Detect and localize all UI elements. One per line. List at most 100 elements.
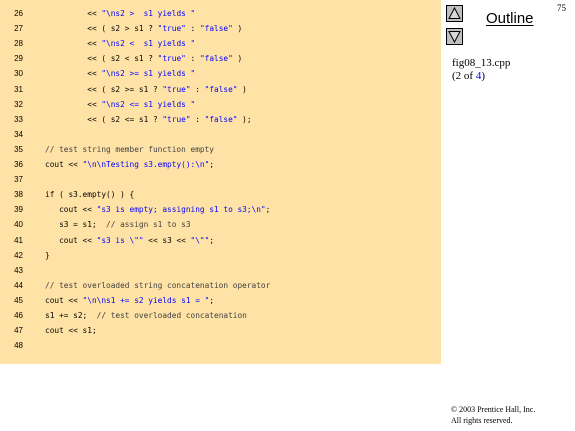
code-line: 31 << ( s2 >= s1 ? "true" : "false" ) — [0, 82, 441, 98]
code-line: 33 << ( s2 <= s1 ? "true" : "false" ); — [0, 112, 441, 128]
code-line: 46 s1 += s2; // test overloaded concatena… — [0, 308, 441, 324]
code-token: << — [45, 69, 102, 79]
code-token: << ( s2 >= s1 ? — [45, 84, 163, 94]
string-literal: "true" — [157, 24, 186, 34]
code-token: ) — [232, 54, 243, 64]
string-literal: "s3 is empty; assigning s1 to s3;\n" — [96, 205, 266, 215]
code-line: 42} — [0, 248, 441, 264]
code-text: << "\ns2 > s1 yields " — [45, 6, 195, 22]
code-token: s1 += s2; — [45, 311, 97, 320]
code-line: 30 << "\ns2 >= s1 yields " — [0, 66, 441, 82]
line-number: 41 — [14, 235, 23, 245]
code-token: : — [190, 114, 205, 124]
previous-slide-button[interactable] — [446, 5, 463, 22]
code-token: << ( s2 <= s1 ? — [45, 114, 163, 124]
string-literal: "false" — [199, 24, 233, 34]
code-line: 38 if ( s3.empty() ) { — [0, 187, 441, 203]
code-line: 45 cout << "\n\ns1 += s2 yields s1 = "; — [0, 293, 441, 309]
triangle-up-icon — [448, 6, 461, 19]
code-text: cout << "\n\nTesting s3.empty():\n"; — [45, 157, 214, 173]
code-comment: // test overloaded concatenation — [96, 311, 247, 320]
code-token: << — [45, 39, 102, 49]
page-number: 75 — [557, 3, 566, 13]
line-number: 46 — [14, 311, 23, 320]
code-comment: // test overloaded string concatenation … — [45, 280, 271, 290]
code-text: << ( s2 < s1 ? "true" : "false" ) — [45, 51, 242, 67]
code-token: if ( s3.empty() ) { — [45, 190, 135, 200]
code-line: 27 << ( s2 > s1 ? "true" : "false" ) — [0, 21, 441, 37]
line-number: 28 — [14, 39, 23, 49]
line-number: 47 — [14, 326, 23, 336]
string-literal: "true" — [157, 54, 186, 64]
line-number: 31 — [14, 84, 23, 94]
code-text: if ( s3.empty() ) { — [45, 187, 134, 203]
code-line: 44 // test overloaded string concatenatio… — [0, 278, 441, 294]
code-text: // test string member function empty — [45, 142, 214, 158]
line-number: 30 — [14, 69, 23, 79]
string-literal: "\n\nTesting s3.empty():\n" — [82, 160, 210, 169]
code-line: 35 // test string member function empty — [0, 142, 441, 158]
code-text: cout << "\n\ns1 += s2 yields s1 = "; — [45, 293, 214, 309]
code-text: cout << "s3 is \"" << s3 << "\""; — [45, 233, 214, 249]
line-number: 44 — [14, 280, 23, 290]
string-literal: "\ns2 >= s1 yields " — [101, 69, 196, 79]
code-line: 41 cout << "s3 is \"" << s3 << "\""; — [0, 233, 441, 249]
code-token: << — [45, 99, 102, 109]
code-token: ; — [265, 205, 271, 215]
string-literal: "false" — [204, 114, 238, 124]
code-line: 29 << ( s2 < s1 ? "true" : "false" ) — [0, 51, 441, 67]
slide-counter-suffix: ) — [481, 70, 485, 82]
code-line: 32 << "\ns2 <= s1 yields " — [0, 97, 441, 113]
code-text: << ( s2 > s1 ? "true" : "false" ) — [45, 21, 242, 37]
code-text: s3 = s1; // assign s1 to s3 — [45, 217, 190, 233]
line-number: 38 — [14, 190, 23, 200]
code-token: : — [185, 54, 200, 64]
code-line: 48 — [0, 338, 441, 354]
code-line: 40 s3 = s1; // assign s1 to s3 — [0, 217, 441, 233]
code-token: } — [45, 250, 50, 260]
code-text: << "\ns2 < s1 yields " — [45, 36, 195, 52]
slide-counter: (2 of 4) — [452, 70, 485, 82]
line-number: 40 — [14, 220, 23, 230]
code-text: << "\ns2 >= s1 yields " — [45, 66, 195, 82]
outline-title: Outline — [486, 10, 534, 27]
line-number: 39 — [14, 205, 23, 215]
code-line: 47 cout << s1; — [0, 323, 441, 339]
string-literal: "false" — [204, 84, 238, 94]
string-literal: "\"" — [190, 235, 210, 245]
code-token: << ( s2 > s1 ? — [45, 24, 158, 34]
code-token: cout << — [45, 205, 97, 215]
copyright-line: © 2003 Prentice Hall, Inc. — [451, 405, 536, 414]
code-text: << "\ns2 <= s1 yields " — [45, 97, 195, 113]
code-token: ; — [209, 295, 215, 305]
code-text: cout << s1; — [45, 323, 97, 339]
file-name: fig08_13.cpp — [452, 57, 511, 69]
string-literal: "s3 is \"" — [96, 235, 144, 245]
code-token: cout << — [45, 160, 83, 169]
string-literal: "\n\ns1 += s2 yields s1 = " — [82, 295, 210, 305]
code-text: << ( s2 >= s1 ? "true" : "false" ) — [45, 82, 247, 98]
code-token: << ( s2 < s1 ? — [45, 54, 158, 64]
code-text: s1 += s2; // test overloaded concatenati… — [45, 308, 247, 324]
code-line: 39 cout << "s3 is empty; assigning s1 to… — [0, 202, 441, 218]
line-number: 48 — [14, 341, 23, 351]
next-slide-button[interactable] — [446, 28, 463, 45]
line-number: 34 — [14, 129, 23, 139]
triangle-down-icon — [448, 31, 461, 44]
code-listing-panel: 26 << "\ns2 > s1 yields " 27 << ( s2 > s1… — [0, 0, 441, 364]
code-token: s3 = s1; — [45, 220, 107, 230]
line-number: 27 — [14, 24, 23, 34]
copyright-notice: © 2003 Prentice Hall, Inc. All rights re… — [451, 404, 573, 426]
line-number: 26 — [14, 9, 23, 18]
code-line: 28 << "\ns2 < s1 yields " — [0, 36, 441, 52]
code-token: << s3 << — [143, 235, 191, 245]
code-line: 37 — [0, 172, 441, 188]
string-literal: "true" — [162, 84, 191, 94]
line-number: 35 — [14, 144, 23, 154]
code-token: cout << s1; — [45, 326, 97, 336]
string-literal: "true" — [162, 114, 191, 124]
line-number: 36 — [14, 160, 23, 169]
code-token: ; — [209, 160, 215, 169]
code-token: << — [45, 9, 102, 18]
slide-counter-prefix: (2 of — [452, 70, 476, 82]
